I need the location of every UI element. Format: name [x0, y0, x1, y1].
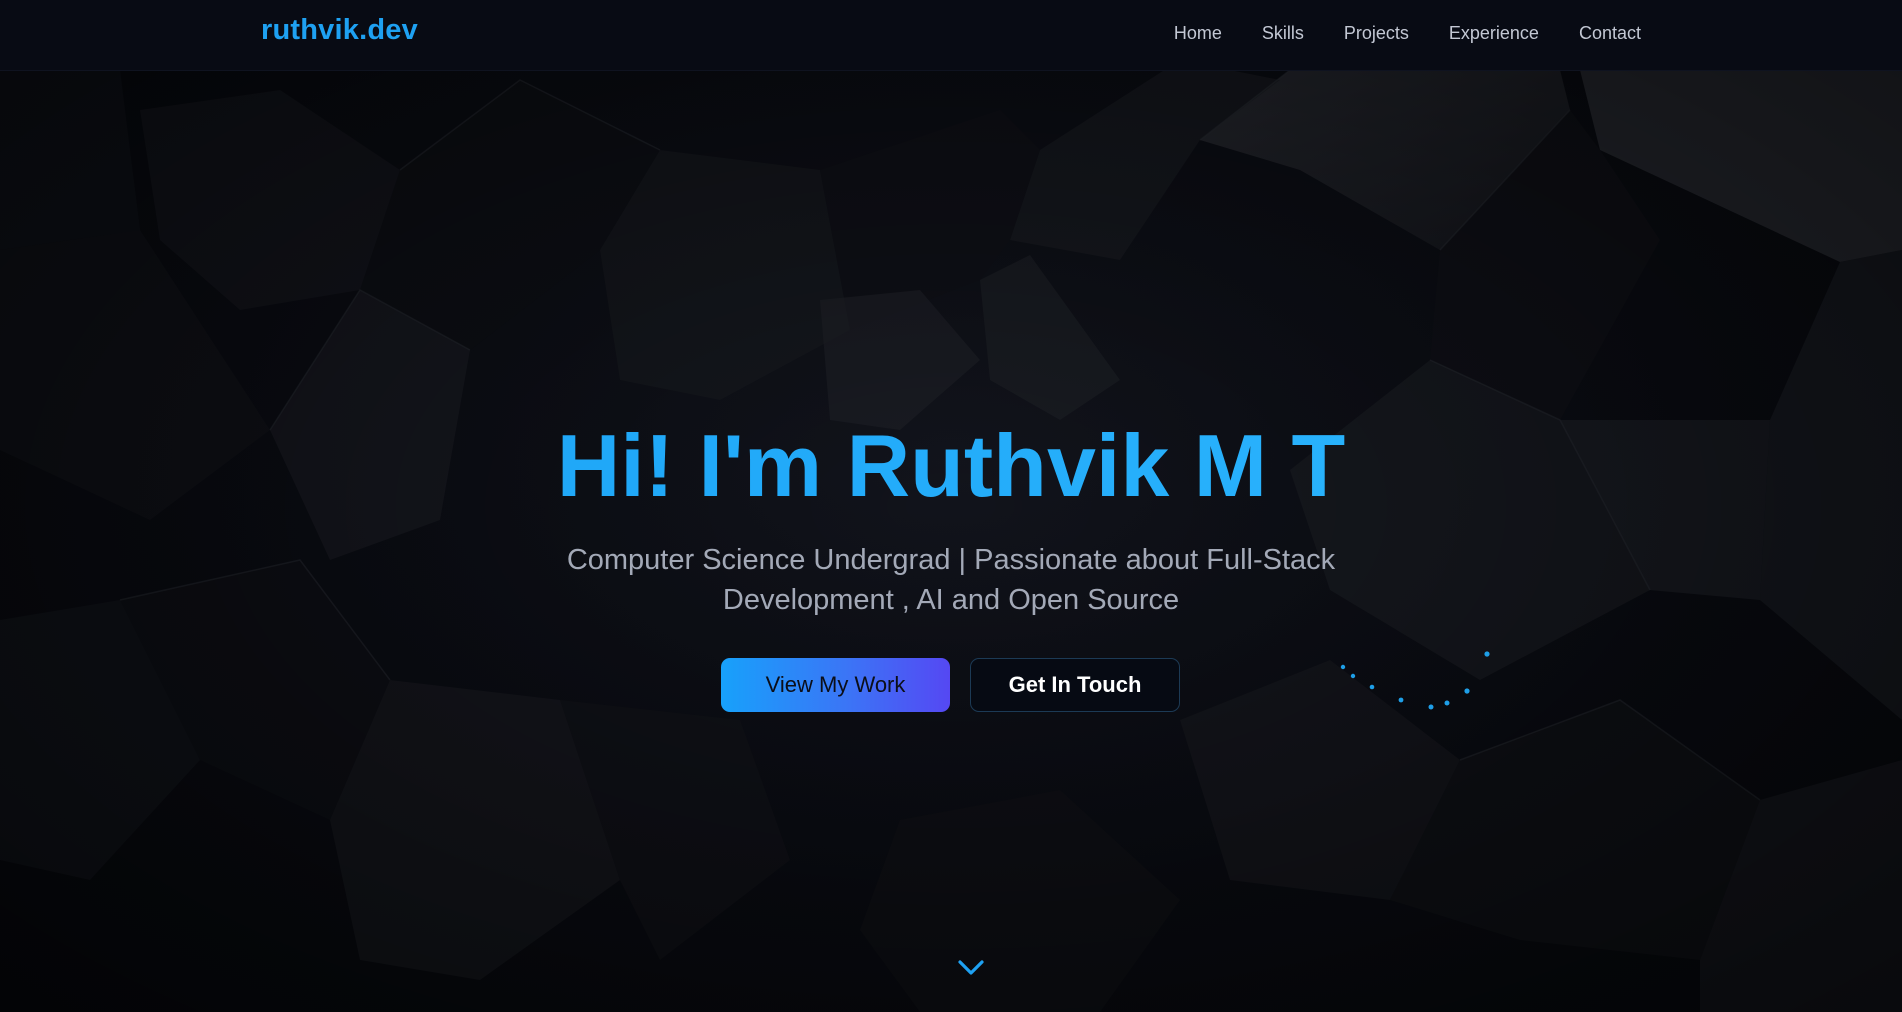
nav-links: Home Skills Projects Experience Contact	[1174, 0, 1641, 66]
hero-section: Hi! I'm Ruthvik M T Computer Science Und…	[0, 0, 1902, 1012]
nav-link-skills[interactable]: Skills	[1262, 23, 1304, 44]
view-my-work-button[interactable]: View My Work	[721, 658, 950, 712]
loading-dots-icon	[1340, 651, 1490, 710]
navbar: ruthvik.dev Home Skills Projects Experie…	[0, 0, 1902, 71]
get-in-touch-button[interactable]: Get In Touch	[970, 658, 1180, 712]
site-logo[interactable]: ruthvik.dev	[261, 14, 418, 47]
page: ruthvik.dev Home Skills Projects Experie…	[0, 0, 1902, 1012]
hero-subtitle: Computer Science Undergrad | Passionate …	[566, 544, 1336, 616]
nav-link-projects[interactable]: Projects	[1344, 23, 1409, 44]
nav-link-contact[interactable]: Contact	[1579, 23, 1641, 44]
nav-link-experience[interactable]: Experience	[1449, 23, 1539, 44]
nav-link-home[interactable]: Home	[1174, 23, 1222, 44]
chevron-down-icon[interactable]	[956, 956, 986, 980]
hero-title: Hi! I'm Ruthvik M T	[0, 416, 1902, 516]
